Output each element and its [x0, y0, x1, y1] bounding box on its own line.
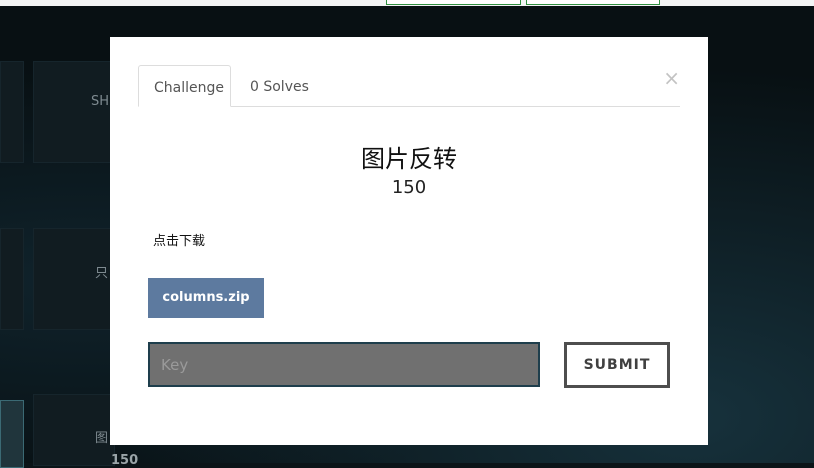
challenge-name: 图片反转 — [361, 145, 457, 173]
challenge-tile-label: 只 — [95, 266, 109, 281]
challenge-tile — [0, 61, 24, 163]
challenge-tile-selected — [0, 400, 24, 468]
navbar-button[interactable] — [526, 0, 660, 5]
challenge-tile — [0, 228, 24, 330]
close-icon[interactable]: × — [663, 66, 680, 90]
tab-solves[interactable]: 0 Solves — [235, 65, 324, 106]
submit-button[interactable]: SUBMIT — [564, 342, 670, 388]
challenge-tile — [33, 61, 115, 163]
challenge-tile-label: SH — [91, 94, 110, 109]
download-file-button[interactable]: columns.zip — [148, 278, 264, 318]
challenge-description: 点击下载 — [153, 234, 206, 249]
modal-tabs: Challenge 0 Solves — [138, 65, 680, 107]
challenge-tile-value: 150 — [111, 453, 139, 468]
navbar-button[interactable] — [386, 0, 521, 5]
challenge-modal: Challenge 0 Solves × 图片反转 150 点击下载 colum… — [110, 37, 708, 445]
tab-challenge[interactable]: Challenge — [138, 65, 231, 107]
challenge-value: 150 — [391, 177, 427, 198]
key-input[interactable] — [148, 342, 540, 387]
challenge-tile-label: 图 — [95, 431, 109, 446]
